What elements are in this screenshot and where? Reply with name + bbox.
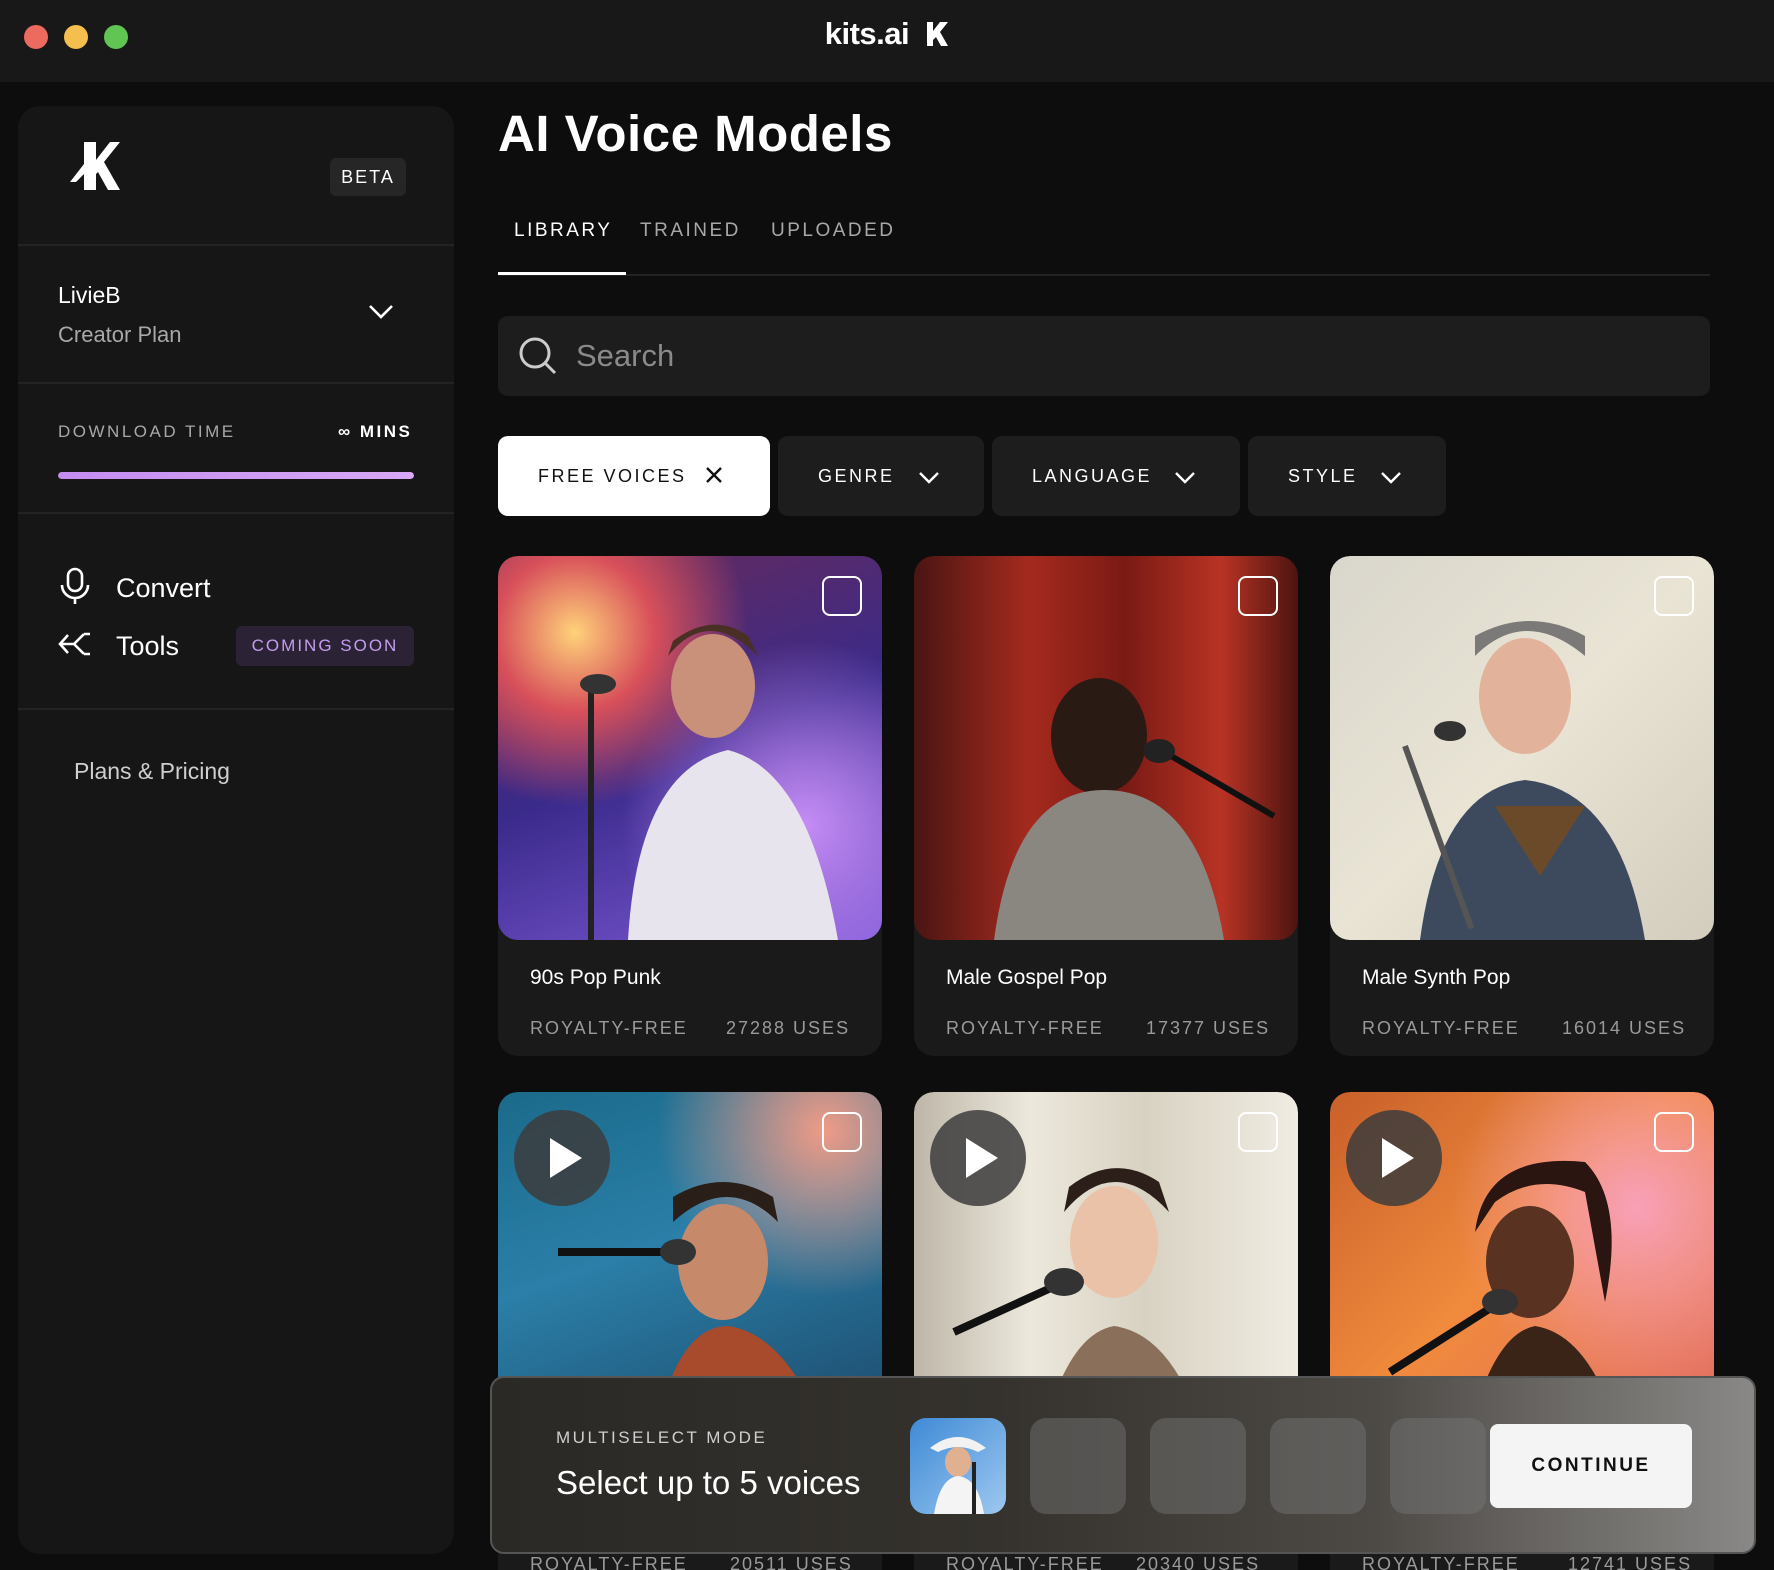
search-icon xyxy=(518,336,558,381)
chevron-down-icon xyxy=(1380,469,1402,490)
filter-genre[interactable]: GENRE xyxy=(778,436,984,516)
sidebar-divider xyxy=(18,512,454,514)
voice-card[interactable]: Male Gospel Pop ROYALTY-FREE 17377 USES xyxy=(914,556,1298,1056)
select-checkbox[interactable] xyxy=(1654,576,1694,616)
voice-uses: 20511 USES xyxy=(730,1554,853,1570)
filter-style[interactable]: STYLE xyxy=(1248,436,1446,516)
voice-license: ROYALTY-FREE xyxy=(530,1018,688,1038)
empty-voice-slot xyxy=(1270,1418,1366,1514)
close-icon[interactable] xyxy=(704,465,724,490)
plans-pricing-link[interactable]: Plans & Pricing xyxy=(74,758,230,785)
sidebar-divider xyxy=(18,708,454,710)
download-time-value: ∞ MINS xyxy=(338,422,413,441)
voice-card[interactable]: 90s Pop Punk ROYALTY-FREE 27288 USES xyxy=(498,556,882,1056)
voice-uses: 16014 USES xyxy=(1562,1018,1687,1038)
download-time-bar xyxy=(58,472,414,479)
nav-item-tools[interactable]: Tools xyxy=(58,622,179,670)
beta-badge: BETA xyxy=(330,158,406,196)
voice-license: ROYALTY-FREE xyxy=(946,1018,1104,1038)
tools-icon xyxy=(58,627,92,666)
voice-name: 90s Pop Punk xyxy=(530,966,661,989)
download-time-label: DOWNLOAD TIME xyxy=(58,422,236,441)
play-button[interactable] xyxy=(1346,1110,1442,1206)
app-brand: kits.ai xyxy=(0,16,1774,52)
select-checkbox[interactable] xyxy=(1238,1112,1278,1152)
voice-license: ROYALTY-FREE xyxy=(1362,1554,1520,1570)
sidebar: BETA LivieB Creator Plan DOWNLOAD TIME ∞… xyxy=(18,106,454,1554)
multiselect-bar: MULTISELECT MODE Select up to 5 voices C… xyxy=(490,1376,1756,1554)
filter-label: FREE VOICES xyxy=(538,465,687,486)
select-checkbox[interactable] xyxy=(1238,576,1278,616)
play-button[interactable] xyxy=(930,1110,1026,1206)
voice-license: ROYALTY-FREE xyxy=(1362,1018,1520,1038)
coming-soon-badge: COMING SOON xyxy=(236,626,414,666)
select-checkbox[interactable] xyxy=(822,576,862,616)
user-name: LivieB xyxy=(58,282,121,308)
nav-label-tools: Tools xyxy=(116,630,180,661)
empty-voice-slot xyxy=(1390,1418,1486,1514)
voice-uses: 17377 USES xyxy=(1146,1018,1271,1038)
voice-uses: 12741 USES xyxy=(1568,1554,1693,1570)
multiselect-title: Select up to 5 voices xyxy=(556,1464,861,1501)
page-title: AI Voice Models xyxy=(498,105,893,162)
user-plan: Creator Plan xyxy=(58,322,182,347)
window-titlebar: kits.ai xyxy=(0,0,1774,82)
download-time-fill xyxy=(58,472,414,479)
chevron-down-icon xyxy=(1174,469,1196,490)
filter-language[interactable]: LANGUAGE xyxy=(992,436,1240,516)
selected-voice-slot[interactable] xyxy=(910,1418,1006,1514)
voice-card[interactable]: Male Synth Pop ROYALTY-FREE 16014 USES xyxy=(1330,556,1714,1056)
sidebar-divider xyxy=(18,244,454,246)
select-checkbox[interactable] xyxy=(822,1112,862,1152)
voice-uses: 20340 USES xyxy=(1136,1554,1261,1570)
voice-name: Male Synth Pop xyxy=(1362,966,1511,989)
kits-logo-icon[interactable] xyxy=(70,142,120,195)
play-button[interactable] xyxy=(514,1110,610,1206)
empty-voice-slot xyxy=(1150,1418,1246,1514)
select-checkbox[interactable] xyxy=(1654,1112,1694,1152)
sidebar-divider xyxy=(18,382,454,384)
filter-label: STYLE xyxy=(1288,465,1358,486)
voice-license: ROYALTY-FREE xyxy=(530,1554,688,1570)
tab-trained[interactable]: TRAINED xyxy=(640,220,741,242)
voice-license: ROYALTY-FREE xyxy=(946,1554,1104,1570)
chevron-down-icon xyxy=(918,469,940,490)
microphone-icon xyxy=(58,567,92,610)
search-input[interactable] xyxy=(576,316,1676,396)
brand-text: kits.ai xyxy=(824,16,910,51)
filter-free-voices[interactable]: FREE VOICES xyxy=(498,436,770,516)
continue-button[interactable]: CONTINUE xyxy=(1490,1424,1692,1508)
voice-name: Male Gospel Pop xyxy=(946,966,1108,989)
tab-uploaded[interactable]: UPLOADED xyxy=(771,220,896,242)
tab-bar: LIBRARY TRAINED UPLOADED xyxy=(498,216,1710,276)
active-tab-indicator xyxy=(498,272,626,275)
filter-label: LANGUAGE xyxy=(1032,465,1153,486)
nav-label-convert: Convert xyxy=(116,572,211,603)
empty-voice-slot xyxy=(1030,1418,1126,1514)
multiselect-label: MULTISELECT MODE xyxy=(556,1428,768,1447)
nav-item-convert[interactable]: Convert xyxy=(58,564,211,612)
voice-uses: 27288 USES xyxy=(726,1018,851,1038)
chevron-down-icon[interactable] xyxy=(368,304,394,325)
search-box xyxy=(498,316,1710,396)
filter-label: GENRE xyxy=(818,465,895,486)
tab-library[interactable]: LIBRARY xyxy=(514,220,612,242)
brand-mark-icon xyxy=(915,16,949,51)
